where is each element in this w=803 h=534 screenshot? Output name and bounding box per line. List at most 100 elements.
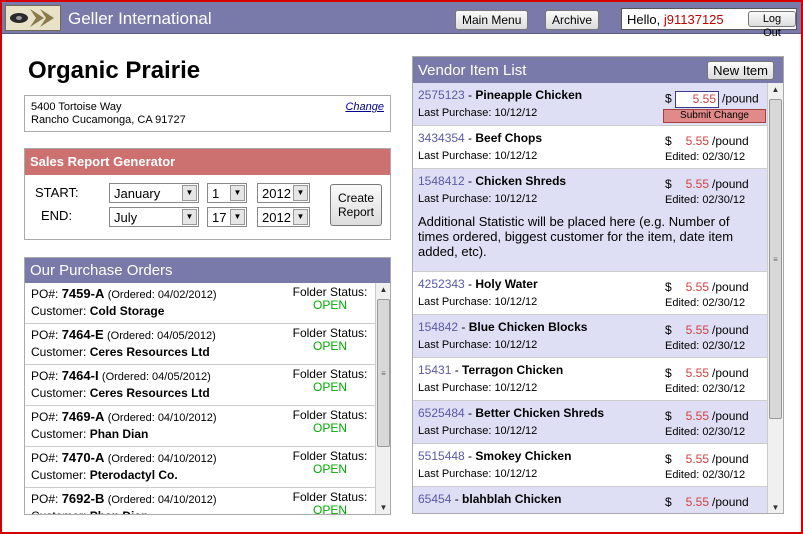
- item-price: $ 5.55/pound: [665, 366, 749, 380]
- po-number[interactable]: 7469-A: [62, 409, 105, 424]
- price-value[interactable]: 5.55: [675, 452, 709, 466]
- item-id[interactable]: 154842: [418, 320, 458, 334]
- create-report-button[interactable]: Create Report: [330, 184, 382, 226]
- vendor-item-row[interactable]: 4252343 - Holy Water Last Purchase: 10/12…: [413, 272, 767, 315]
- chevron-down-icon: ▼: [182, 209, 197, 225]
- last-purchase-label: Last Purchase:: [418, 468, 492, 480]
- currency-symbol: $: [665, 452, 672, 466]
- price-value[interactable]: 5.55: [675, 280, 709, 294]
- chevron-down-icon: ▼: [182, 185, 197, 201]
- item-last-purchase: Last Purchase: 10/12/12: [418, 468, 537, 480]
- scroll-down-icon[interactable]: ▼: [376, 501, 390, 514]
- end-year-select[interactable]: 2012 ▼: [257, 207, 310, 227]
- po-customer: Ceres Resources Ltd: [89, 386, 210, 400]
- purchase-orders-scrollbar[interactable]: ▲ ≡ ▼: [375, 283, 390, 514]
- vendor-item-header: Vendor Item List New Item: [413, 57, 783, 83]
- item-id[interactable]: 15431: [418, 363, 451, 377]
- item-last-purchase: Last Purchase: 10/12/12: [418, 425, 537, 437]
- price-value[interactable]: 5.55: [675, 177, 709, 191]
- logout-button[interactable]: Log Out: [748, 11, 796, 39]
- po-number[interactable]: 7692-B: [62, 491, 105, 506]
- submit-change-button[interactable]: Submit Change: [663, 109, 766, 123]
- scroll-up-icon[interactable]: ▲: [376, 283, 390, 297]
- start-month-select[interactable]: January ▼: [109, 183, 199, 203]
- price-value[interactable]: 5.55: [675, 323, 709, 337]
- vendor-item-row[interactable]: 15431 - Terragon Chicken Last Purchase: 1…: [413, 358, 767, 401]
- item-price: $ 5.55/pound: [665, 323, 749, 337]
- po-row[interactable]: PO#: 7464-I (Ordered: 04/05/2012) Custome…: [25, 365, 375, 406]
- vendor-item-row[interactable]: 1548412 - Chicken Shreds Last Purchase: 1…: [413, 169, 767, 272]
- start-day-select[interactable]: 1 ▼: [207, 183, 247, 203]
- vendor-item-list: 2575123 - Pineapple Chicken Last Purchase…: [413, 83, 767, 513]
- scroll-thumb[interactable]: ≡: [769, 99, 782, 419]
- currency-symbol: $: [665, 323, 672, 337]
- archive-button[interactable]: Archive: [545, 10, 600, 30]
- po-row[interactable]: PO#: 7470-A (Ordered: 04/10/2012) Custome…: [25, 447, 375, 488]
- scroll-down-icon[interactable]: ▼: [768, 501, 783, 513]
- price-value[interactable]: 5.55: [675, 409, 709, 423]
- vendor-item-row[interactable]: 3434354 - Beef Chops Last Purchase: 10/12…: [413, 126, 767, 169]
- scroll-thumb[interactable]: ≡: [377, 299, 390, 447]
- scroll-up-icon[interactable]: ▲: [768, 83, 783, 97]
- purchase-orders-title: Our Purchase Orders: [25, 258, 390, 283]
- po-number[interactable]: 7459-A: [62, 286, 105, 301]
- item-edited: Edited: 02/30/12: [665, 297, 745, 309]
- po-ordered-date: (Ordered: 04/10/2012): [107, 453, 217, 465]
- vendor-item-row[interactable]: 2575123 - Pineapple Chicken Last Purchase…: [413, 83, 767, 126]
- end-day-select[interactable]: 17 ▼: [207, 207, 247, 227]
- po-row[interactable]: PO#: 7464-E (Ordered: 04/05/2012) Custome…: [25, 324, 375, 365]
- item-price: $ 5.55/pound: [665, 177, 749, 191]
- item-price: $ 5.55/pound: [665, 452, 749, 466]
- currency-symbol: $: [665, 280, 672, 294]
- vendor-item-row[interactable]: 6525484 - Better Chicken Shreds Last Purc…: [413, 401, 767, 444]
- new-item-button[interactable]: New Item: [707, 61, 774, 80]
- price-value[interactable]: 5.55: [675, 366, 709, 380]
- vendor-item-title: Vendor Item List: [418, 62, 527, 79]
- customer-prefix: Customer:: [31, 345, 87, 359]
- po-line: PO#: 7469-A (Ordered: 04/10/2012): [31, 409, 217, 424]
- price-input[interactable]: 5.55: [675, 91, 720, 108]
- item-id[interactable]: 65454: [418, 492, 451, 506]
- currency-symbol: $: [665, 495, 672, 509]
- price-unit: /pound: [712, 409, 749, 423]
- edited-date: 02/30/12: [702, 151, 746, 163]
- po-number[interactable]: 7464-E: [62, 327, 104, 342]
- vendor-item-scrollbar[interactable]: ▲ ≡ ▼: [767, 83, 783, 513]
- end-month-select[interactable]: July ▼: [109, 207, 199, 227]
- item-title-line: 5515448 - Smokey Chicken: [418, 449, 572, 463]
- item-id[interactable]: 6525484: [418, 406, 465, 420]
- item-last-purchase: Last Purchase: 10/12/12: [418, 107, 537, 119]
- vendor-item-row[interactable]: 5515448 - Smokey Chicken Last Purchase: 1…: [413, 444, 767, 487]
- edited-date: 02/30/12: [702, 340, 746, 352]
- item-price: $ 5.55/pound: [665, 91, 759, 108]
- start-year-select[interactable]: 2012 ▼: [257, 183, 310, 203]
- item-edited: Edited: 02/30/12: [665, 340, 745, 352]
- po-row[interactable]: PO#: 7459-A (Ordered: 04/02/2012) Custome…: [25, 283, 375, 324]
- purchase-orders-panel: Our Purchase Orders PO#: 7459-A (Ordered…: [24, 257, 391, 515]
- item-edited: Edited: 02/30/12: [665, 383, 745, 395]
- price-value[interactable]: 5.55: [675, 495, 709, 509]
- chevron-down-icon: ▼: [230, 185, 245, 201]
- last-purchase-label: Last Purchase:: [418, 296, 492, 308]
- po-row[interactable]: PO#: 7692-B (Ordered: 04/10/2012) Custome…: [25, 488, 375, 515]
- item-id[interactable]: 2575123: [418, 88, 465, 102]
- price-value[interactable]: 5.55: [675, 134, 709, 148]
- item-id[interactable]: 3434354: [418, 131, 465, 145]
- item-id[interactable]: 5515448: [418, 449, 465, 463]
- item-id[interactable]: 1548412: [418, 174, 465, 188]
- edited-label: Edited:: [665, 383, 700, 395]
- last-purchase-label: Last Purchase:: [418, 382, 492, 394]
- edited-label: Edited:: [665, 297, 700, 309]
- po-folder-status: Folder Status: OPEN: [287, 286, 373, 312]
- vendor-item-row[interactable]: 65454 - blahblah Chicken $ 5.55/pound: [413, 487, 767, 513]
- vendor-item-row[interactable]: 154842 - Blue Chicken Blocks Last Purchas…: [413, 315, 767, 358]
- po-number[interactable]: 7464-I: [62, 368, 99, 383]
- po-row[interactable]: PO#: 7469-A (Ordered: 04/10/2012) Custome…: [25, 406, 375, 447]
- item-id[interactable]: 4252343: [418, 277, 465, 291]
- price-unit: /pound: [712, 280, 749, 294]
- change-address-link[interactable]: Change: [345, 101, 384, 113]
- main-menu-button[interactable]: Main Menu: [455, 10, 529, 30]
- po-number[interactable]: 7470-A: [62, 450, 105, 465]
- item-edited: Edited: 02/30/12: [665, 151, 745, 163]
- item-name: Terragon Chicken: [462, 363, 564, 377]
